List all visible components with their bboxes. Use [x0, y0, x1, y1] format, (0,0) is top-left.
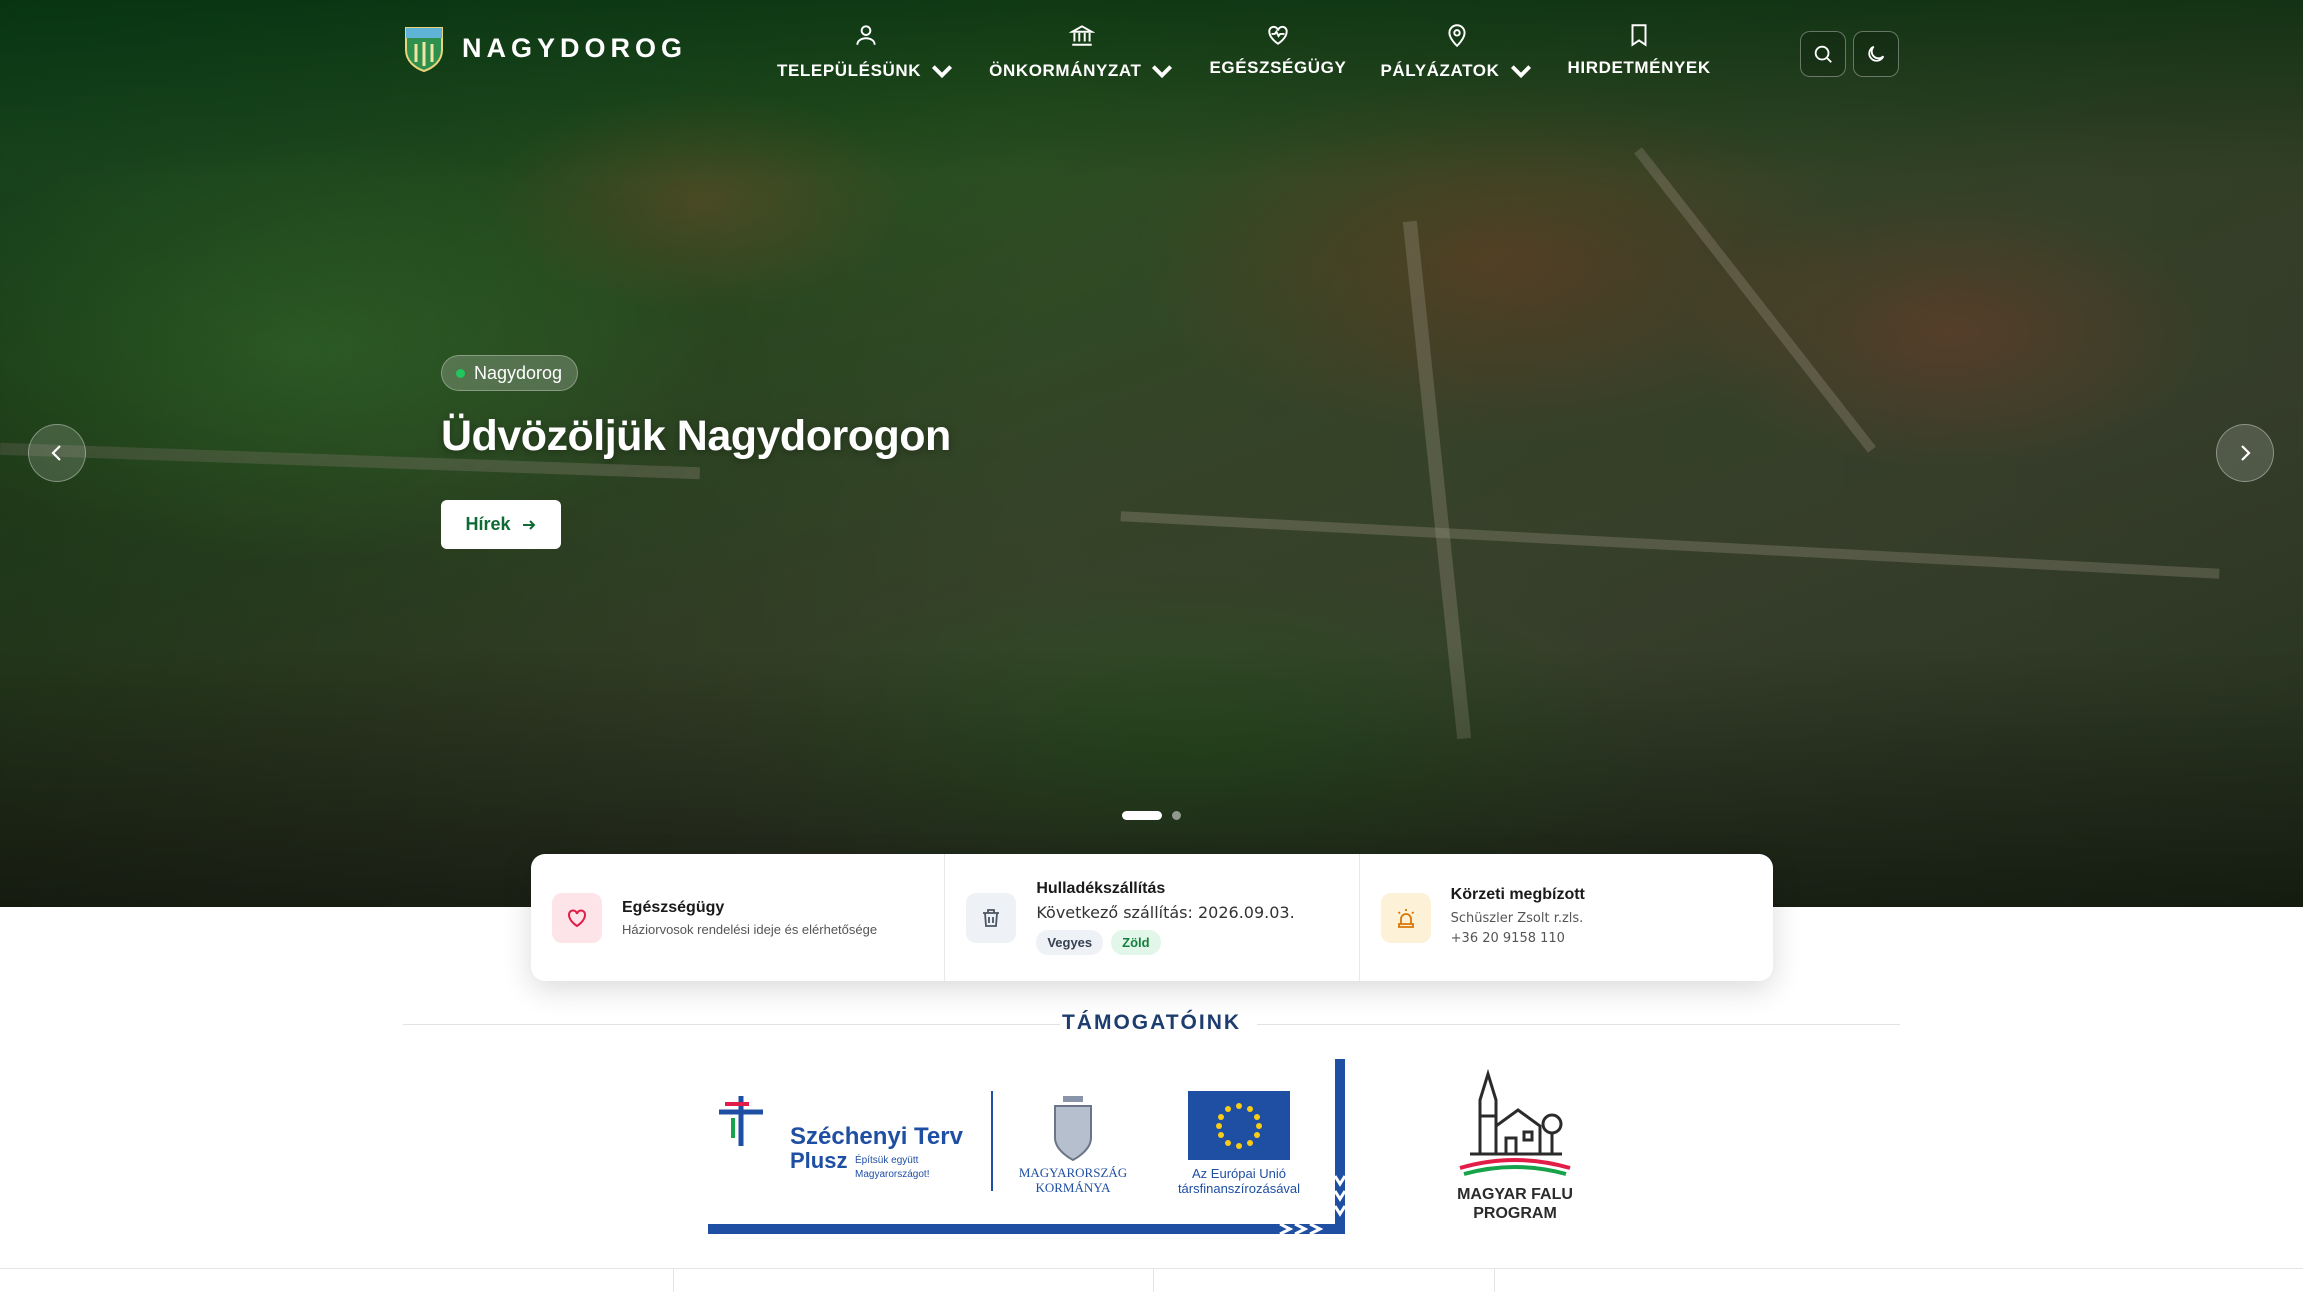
waste-card-icon-box	[966, 892, 1017, 943]
carousel-prev-button[interactable]	[28, 424, 86, 482]
waste-card-title: Hulladékszállítás	[1036, 880, 1166, 897]
nav-item-label: EGÉSZSÉGÜGY	[1209, 58, 1347, 77]
health-card-icon-box	[552, 892, 602, 943]
nav-item-label: ÖNKORMÁNYZAT	[989, 61, 1142, 80]
waste-badge-mixed: Vegyes	[1036, 930, 1104, 955]
szechenyi-line2: Plusz	[790, 1148, 847, 1173]
arrow-right-icon	[522, 519, 535, 530]
heart-pulse-icon	[1268, 25, 1288, 45]
nav-item-label: PÁLYÁZATOK	[1380, 61, 1500, 80]
waste-next-date: Következő szállítás: 2026.09.03.	[1036, 903, 1295, 922]
waste-badge-green: Zöld	[1111, 930, 1161, 955]
carousel-dot[interactable]	[1172, 811, 1181, 820]
hungarian-crest-icon	[1054, 1096, 1092, 1162]
szechenyi-tag1: Építsük együtt	[855, 1153, 919, 1166]
nav-item-telepulesunk[interactable]: TELEPÜLÉSÜNK	[760, 22, 972, 84]
siren-icon	[1397, 908, 1414, 928]
nav-item-label: HIRDETMÉNYEK	[1567, 58, 1711, 77]
carousel-indicators	[1122, 811, 1181, 820]
carousel-dot-active[interactable]	[1122, 811, 1162, 820]
footer-column-divider	[1494, 1268, 1495, 1292]
chevron-down-icon	[1152, 65, 1173, 79]
officer-name: Schüszler Zsolt r.zls.	[1450, 911, 1584, 926]
falu-line1: MAGYAR FALU	[1457, 1186, 1573, 1203]
szechenyi-tag2: Magyarországot!	[855, 1169, 929, 1180]
sponsors-title: TÁMOGATÓINK	[1061, 1011, 1242, 1034]
hero-tag: Nagydorog	[441, 355, 579, 391]
status-dot	[456, 368, 465, 378]
chevron-right-icon	[2241, 445, 2251, 461]
news-button-label: Hírek	[465, 514, 511, 534]
news-button[interactable]: Hírek	[441, 500, 561, 549]
szechenyi-line1: Széchenyi Terv	[790, 1123, 964, 1150]
search-button[interactable]	[1800, 31, 1846, 77]
brand-logo-link[interactable]: NAGYDOROG	[402, 24, 687, 72]
chevron-down-icon	[1510, 65, 1531, 79]
chevron-down-icon	[932, 65, 953, 79]
nav-item-hirdetmenyek[interactable]: HIRDETMÉNYEK	[1551, 22, 1728, 84]
nav-item-label: TELEPÜLÉSÜNK	[777, 61, 922, 80]
nav-item-egeszsegugy[interactable]: EGÉSZSÉGÜGY	[1192, 22, 1363, 84]
search-icon	[1814, 45, 1832, 63]
officer-card-title: Körzeti megbízott	[1450, 886, 1585, 903]
quick-info-cards: Egészségügy Háziorvosok rendelési ideje …	[531, 854, 1773, 981]
trash-icon	[983, 908, 1000, 927]
szechenyi-plan-logo[interactable]: Széchenyi Terv Plusz Építsük együtt Magy…	[705, 1056, 1361, 1240]
footer-column-divider	[673, 1268, 674, 1292]
government-line2: KORMÁNYA	[1035, 1180, 1111, 1195]
map-pin-icon	[1448, 24, 1466, 48]
waste-card[interactable]: Hulladékszállítás Következő szállítás: 2…	[945, 854, 1360, 981]
footer-divider	[0, 1268, 2303, 1269]
user-icon	[856, 25, 876, 45]
heart-icon	[568, 909, 586, 927]
falu-line2: PROGRAM	[1473, 1205, 1557, 1222]
hero-banner	[0, 0, 2303, 907]
chevron-left-icon	[51, 445, 61, 461]
officer-phone: +36 20 9158 110	[1450, 931, 1565, 946]
building-icon	[1069, 25, 1096, 46]
nav-item-onkormanyzat[interactable]: ÖNKORMÁNYZAT	[972, 22, 1192, 84]
officer-card-icon-box	[1380, 892, 1431, 943]
bookmark-icon	[1631, 24, 1647, 47]
szechenyi-cross-icon	[719, 1096, 763, 1146]
hero-tag-label: Nagydorog	[474, 362, 563, 383]
health-card[interactable]: Egészségügy Háziorvosok rendelési ideje …	[531, 854, 946, 981]
theme-toggle-button[interactable]	[1853, 31, 1899, 77]
eu-line1: Az Európai Unió	[1192, 1166, 1286, 1181]
eu-line2: társfinanszírozásával	[1178, 1181, 1300, 1196]
top-navigation: NAGYDOROG TELEPÜLÉSÜNK ÖNKORMÁNYZAT EGÉS…	[0, 0, 2303, 110]
coat-of-arms-icon	[405, 27, 443, 72]
brand-name: NAGYDOROG	[462, 32, 688, 63]
main-menu: TELEPÜLÉSÜNK ÖNKORMÁNYZAT EGÉSZSÉGÜGY PÁ…	[760, 22, 1728, 84]
carousel-next-button[interactable]	[2216, 424, 2274, 482]
government-line1: MAGYARORSZÁG	[1019, 1165, 1127, 1180]
moon-icon	[1868, 45, 1885, 62]
officer-card[interactable]: Körzeti megbízott Schüszler Zsolt r.zls.…	[1360, 854, 1773, 981]
nav-item-palyazatok[interactable]: PÁLYÁZATOK	[1363, 22, 1550, 84]
footer-column-divider	[1153, 1268, 1154, 1292]
magyar-falu-program-logo[interactable]: MAGYAR FALU PROGRAM	[1440, 1066, 1590, 1226]
eu-flag-icon	[1188, 1091, 1290, 1160]
health-card-subtitle: Háziorvosok rendelési ideje és elérhetős…	[622, 921, 878, 937]
village-church-icon	[1470, 1068, 1563, 1156]
hero-title: Üdvözöljük Nagydorogon	[441, 412, 951, 460]
health-card-title: Egészségügy	[622, 898, 725, 916]
